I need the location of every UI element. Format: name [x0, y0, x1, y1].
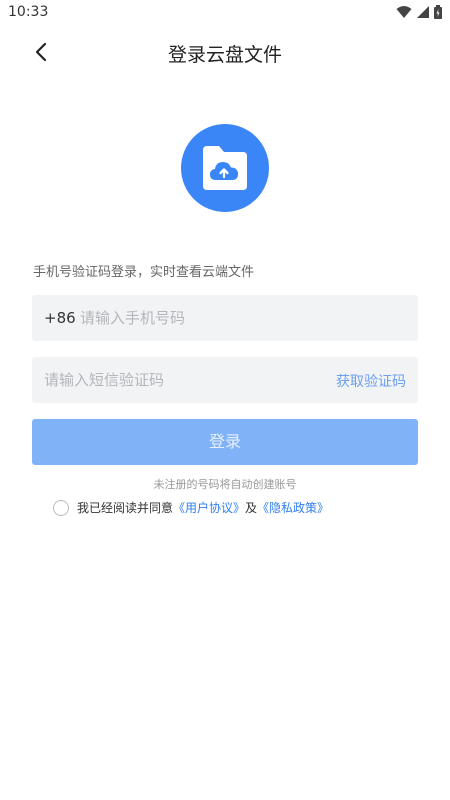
status-bar: 10:33 — [0, 0, 450, 26]
status-time: 10:33 — [8, 4, 49, 20]
page-title: 登录云盘文件 — [167, 44, 282, 66]
phone-field: +86 — [32, 295, 418, 341]
country-code[interactable]: +86 — [44, 309, 76, 327]
sms-code-field: 获取验证码 — [32, 357, 418, 403]
phone-input[interactable] — [80, 295, 400, 341]
user-agreement-link[interactable]: 《用户协议》 — [173, 499, 245, 516]
agreement-and: 及 — [245, 501, 258, 515]
login-subtitle: 手机号验证码登录，实时查看云端文件 — [33, 265, 255, 280]
battery-icon — [434, 5, 442, 19]
agreement-text: 我已经阅读并同意 — [77, 501, 174, 515]
agreement-radio[interactable] — [53, 499, 69, 516]
auto-register-hint: 未注册的号码将自动创建账号 — [153, 478, 297, 491]
sms-code-input[interactable] — [44, 357, 304, 403]
header: 登录云盘文件 — [0, 30, 450, 74]
privacy-policy-link[interactable]: 《隐私政策》 — [257, 499, 329, 516]
wifi-icon — [396, 5, 412, 19]
cloud-folder-icon — [203, 146, 247, 190]
signal-icon — [416, 5, 430, 19]
status-icons — [396, 5, 442, 19]
get-code-button[interactable]: 获取验证码 — [336, 371, 406, 391]
login-button[interactable]: 登录 — [32, 419, 418, 465]
app-logo — [181, 124, 269, 212]
agreement-row: 我已经阅读并同意 《用户协议》 及 《隐私政策》 — [53, 499, 329, 516]
